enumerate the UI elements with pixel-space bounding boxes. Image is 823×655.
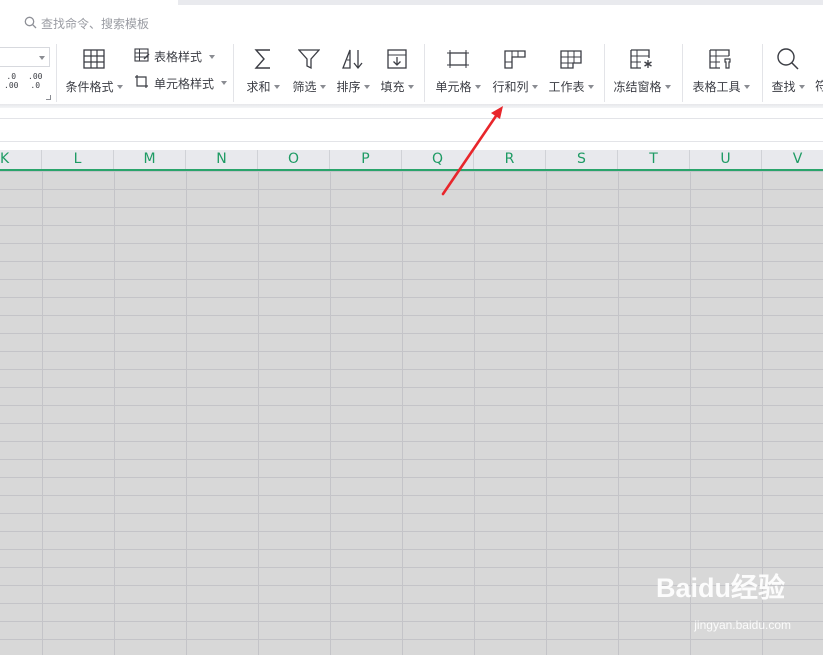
separator: [233, 44, 234, 102]
column-header-l[interactable]: L: [42, 150, 114, 169]
conditional-format-icon: [81, 46, 107, 72]
worksheet-icon: [558, 46, 584, 72]
sigma-icon: [250, 46, 276, 72]
column-header-u[interactable]: U: [690, 150, 762, 169]
column-header-t[interactable]: T: [618, 150, 690, 169]
sort-icon: [340, 46, 366, 72]
decrease-decimal-top: .00: [28, 72, 43, 81]
column-header-s[interactable]: S: [546, 150, 618, 169]
increase-decimal-top: .0: [6, 72, 17, 81]
table-style-button[interactable]: 表格样式: [134, 48, 216, 65]
sum-button[interactable]: 求和: [244, 46, 282, 95]
chevron-down-icon: [39, 56, 45, 60]
increase-decimal-bottom: .00: [4, 81, 19, 90]
cell-label: 单元格: [435, 80, 472, 94]
freeze-panes-label: 冻结窗格: [613, 80, 662, 94]
separator: [762, 44, 763, 102]
symbol-button[interactable]: 符: [815, 77, 823, 94]
spreadsheet-window: 查找命令、搜索模板 .0 .00 .00 .0 条件格式 表格样式 单元格样式: [0, 0, 823, 655]
decrease-decimal-bottom: .0: [30, 81, 41, 90]
worksheet-button[interactable]: 工作表: [546, 46, 596, 95]
number-format-dropdown[interactable]: [0, 47, 50, 67]
filter-label: 筛选: [292, 80, 317, 94]
command-search[interactable]: 查找命令、搜索模板: [24, 14, 149, 32]
chevron-down-icon: [587, 84, 594, 89]
column-header-k[interactable]: K: [0, 150, 42, 169]
watermark-url: jingyan.baidu.com: [694, 618, 791, 632]
magnifier-icon: [775, 46, 801, 72]
rows-and-columns-label: 行和列: [492, 80, 529, 94]
chevron-down-icon: [474, 84, 481, 89]
filter-icon: [296, 46, 322, 72]
worksheet-label: 工作表: [548, 80, 585, 94]
chevron-down-icon: [798, 84, 805, 89]
table-style-label: 表格样式: [154, 50, 203, 64]
cell-style-icon: [134, 74, 150, 92]
chevron-down-icon: [743, 84, 750, 89]
sort-label: 排序: [336, 80, 361, 94]
tab-strip: [178, 0, 823, 5]
ribbon-divider: [0, 104, 823, 108]
freeze-panes-button[interactable]: 冻结窗格: [612, 46, 672, 95]
increase-decimal-button[interactable]: .0 .00: [4, 72, 18, 90]
chevron-down-icon: [664, 84, 671, 89]
column-header-r[interactable]: R: [474, 150, 546, 169]
symbol-label: 符: [815, 79, 823, 93]
decrease-decimal-button[interactable]: .00 .0: [28, 72, 42, 90]
find-label: 查找: [771, 80, 796, 94]
watermark-brand: Baidu经验: [655, 573, 785, 603]
cell-button[interactable]: 单元格: [432, 46, 484, 95]
column-header-v[interactable]: V: [762, 150, 823, 169]
chevron-down-icon: [319, 84, 326, 89]
filter-button[interactable]: 筛选: [290, 46, 328, 95]
rows-columns-icon: [502, 46, 528, 72]
chevron-down-icon: [221, 81, 228, 85]
chevron-down-icon: [363, 84, 370, 89]
cell-style-button[interactable]: 单元格样式: [134, 74, 228, 92]
find-button[interactable]: 查找: [768, 46, 808, 95]
separator: [682, 44, 683, 102]
search-icon: [24, 14, 37, 33]
conditional-format-label: 条件格式: [65, 80, 114, 94]
table-tools-label: 表格工具: [692, 80, 741, 94]
column-header-q[interactable]: Q: [402, 150, 474, 169]
chevron-down-icon: [407, 84, 414, 89]
table-tools-button[interactable]: 表格工具: [690, 46, 752, 95]
fill-down-icon: [384, 46, 410, 72]
separator: [56, 44, 57, 102]
fill-label: 填充: [380, 80, 405, 94]
sum-label: 求和: [246, 80, 271, 94]
column-header-m[interactable]: M: [114, 150, 186, 169]
column-header-row: KLMNOPQRSTUV: [0, 150, 823, 171]
separator: [604, 44, 605, 102]
freeze-panes-icon: [629, 46, 655, 72]
sort-button[interactable]: 排序: [334, 46, 372, 95]
search-placeholder: 查找命令、搜索模板: [41, 16, 150, 31]
formula-bar[interactable]: [0, 118, 823, 142]
rows-and-columns-button[interactable]: 行和列: [490, 46, 540, 95]
chevron-down-icon: [273, 84, 280, 89]
column-header-o[interactable]: O: [258, 150, 330, 169]
table-tools-icon: [708, 46, 734, 72]
cell-icon: [445, 46, 471, 72]
top-search-bar: 查找命令、搜索模板: [0, 0, 823, 44]
conditional-format-button[interactable]: 条件格式: [64, 46, 124, 95]
chevron-down-icon: [209, 54, 216, 59]
separator: [424, 44, 425, 102]
column-header-p[interactable]: P: [330, 150, 402, 169]
table-style-icon: [134, 48, 150, 65]
cell-style-label: 单元格样式: [154, 76, 215, 91]
number-group-launcher[interactable]: [46, 95, 51, 100]
chevron-down-icon: [116, 84, 123, 89]
chevron-down-icon: [531, 84, 538, 89]
baidu-watermark: Baidu经验 jingyan.baidu.com: [655, 566, 791, 632]
column-header-n[interactable]: N: [186, 150, 258, 169]
fill-button[interactable]: 填充: [378, 46, 416, 95]
